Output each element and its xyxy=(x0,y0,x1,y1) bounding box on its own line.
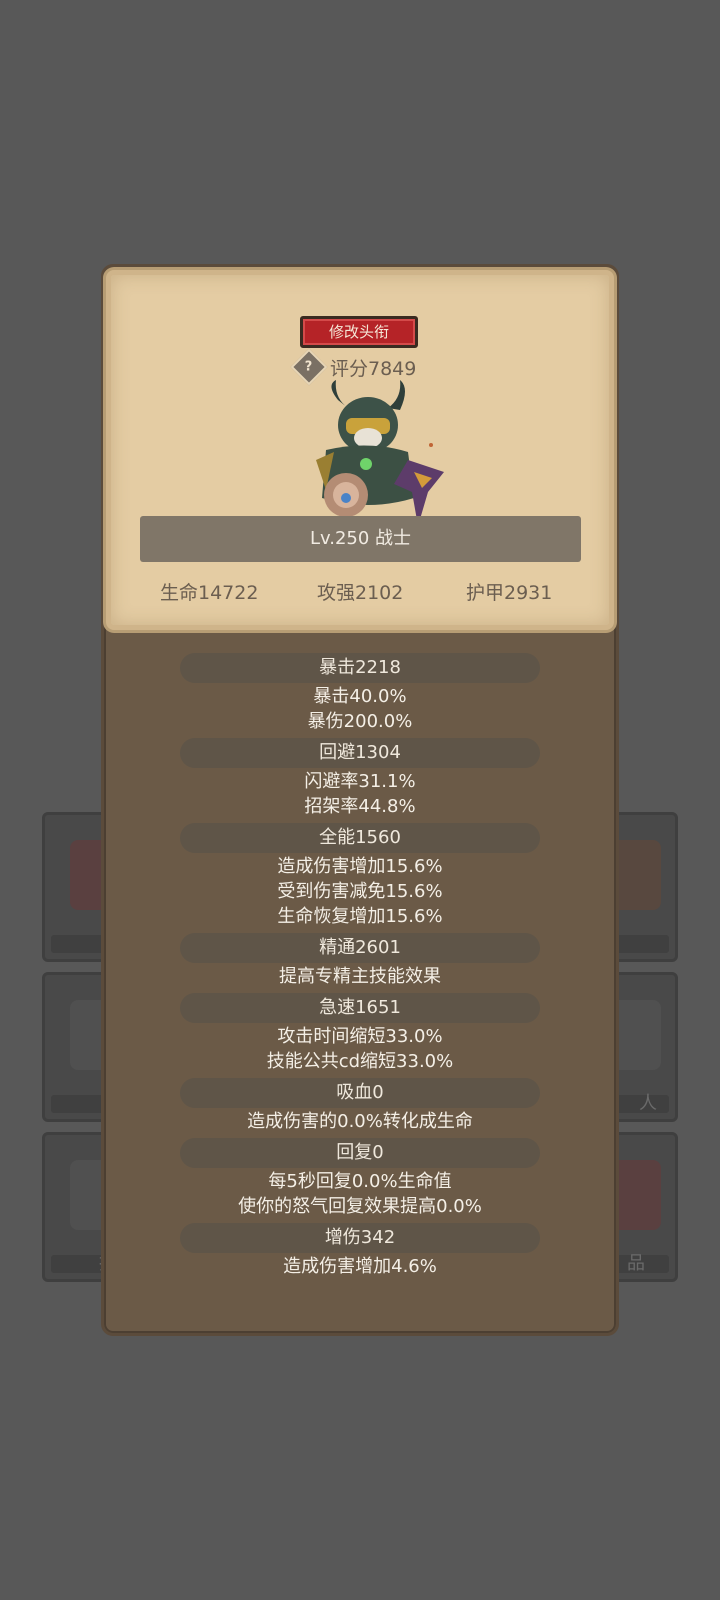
attribute-header-crit: 暴击2218 xyxy=(180,653,540,683)
attribute-detail: 每5秒回复0.0%生命值 xyxy=(268,1171,452,1192)
attribute-header-avoidance: 回避1304 xyxy=(180,738,540,768)
attribute-header-haste: 急速1651 xyxy=(180,993,540,1023)
attribute-header-mastery: 精通2601 xyxy=(180,933,540,963)
attribute-detail: 闪避率31.1% xyxy=(304,771,416,792)
attribute-detail: 造成伤害增加15.6% xyxy=(277,856,443,877)
attribute-detail: 造成伤害增加4.6% xyxy=(283,1256,437,1277)
attribute-detail: 生命恢复增加15.6% xyxy=(277,906,443,927)
attribute-detail: 提高专精主技能效果 xyxy=(279,966,441,987)
armor-stat: 护甲2931 xyxy=(466,582,553,604)
attribute-detail: 暴击40.0% xyxy=(313,686,407,707)
attribute-header-damage-increase: 增伤342 xyxy=(180,1223,540,1253)
attribute-detail: 招架率44.8% xyxy=(304,796,416,817)
warrior-avatar xyxy=(316,380,444,526)
attribute-header-regen: 回复0 xyxy=(180,1138,540,1168)
level-class-bar: Lv.250 战士 xyxy=(140,516,581,562)
score-text: 评分7849 xyxy=(330,357,417,380)
attribute-detail: 攻击时间缩短33.0% xyxy=(277,1026,443,1047)
attribute-detail: 受到伤害减免15.6% xyxy=(277,881,443,902)
attribute-detail: 造成伤害的0.0%转化成生命 xyxy=(247,1111,473,1132)
attribute-header-leech: 吸血0 xyxy=(180,1078,540,1108)
attribute-detail: 使你的怒气回复效果提高0.0% xyxy=(238,1196,482,1217)
attribute-detail: 技能公共cd缩短33.0% xyxy=(266,1051,454,1072)
hp-stat: 生命14722 xyxy=(160,582,259,604)
score-row: ? 评分7849 xyxy=(290,348,417,386)
attribute-detail: 暴伤200.0% xyxy=(307,711,413,732)
attribute-header-versatility: 全能1560 xyxy=(180,823,540,853)
change-title-button[interactable]: 修改头衔 xyxy=(300,316,418,348)
attack-power-stat: 攻强2102 xyxy=(317,582,404,604)
